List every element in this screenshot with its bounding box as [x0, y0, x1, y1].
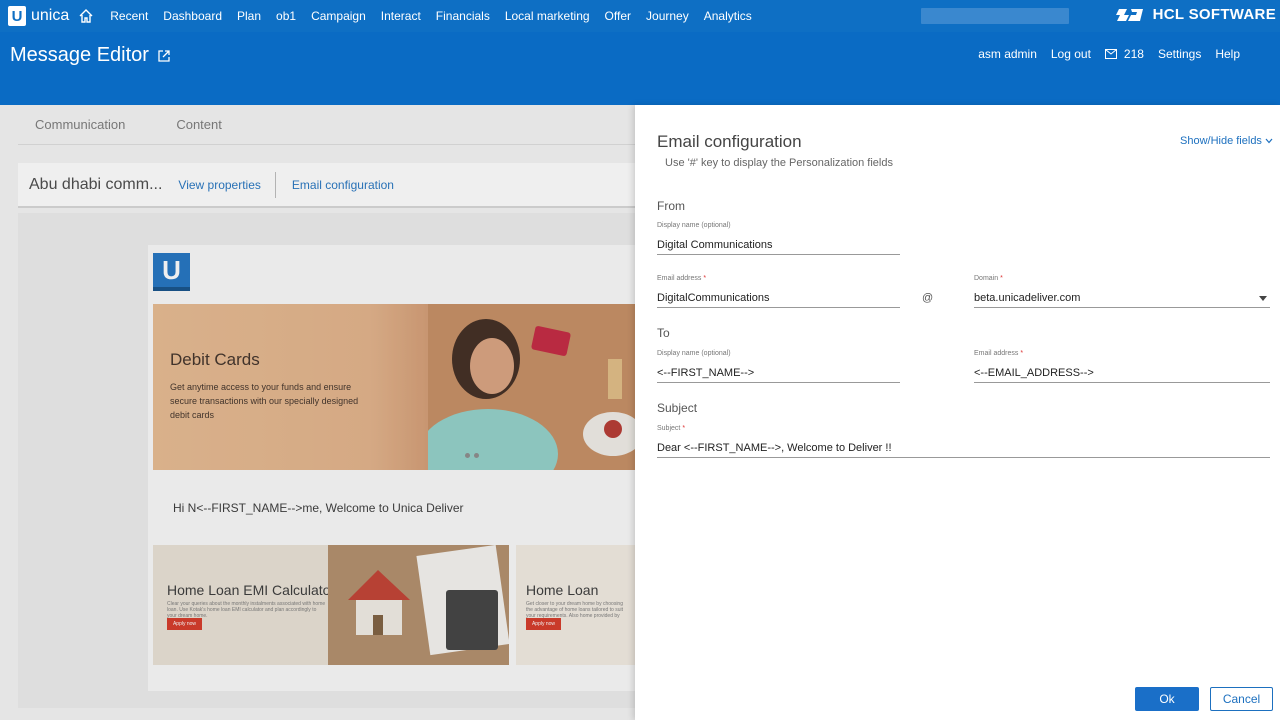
cancel-button[interactable]: Cancel [1210, 687, 1273, 711]
to-email-label-text: Email address [974, 350, 1019, 357]
hcl-logo-icon [1115, 8, 1143, 21]
home-icon[interactable] [78, 7, 96, 25]
nav-item-analytics[interactable]: Analytics [704, 9, 752, 23]
to-section-heading: To [657, 326, 670, 340]
required-marker: * [703, 275, 707, 282]
nav-item-journey[interactable]: Journey [646, 9, 689, 23]
to-email-field[interactable]: <--EMAIL_ADDRESS--> [974, 363, 1270, 383]
show-hide-label: Show/Hide fields [1180, 135, 1262, 147]
header-user-menu: asm admin Log out 218 Settings Help [964, 47, 1240, 61]
dropdown-caret-icon [1259, 296, 1267, 301]
user-name[interactable]: asm admin [978, 47, 1037, 61]
nav-item-interact[interactable]: Interact [381, 9, 421, 23]
at-sign: @ [922, 292, 934, 304]
from-email-label: Email address * [657, 275, 706, 282]
required-marker: * [682, 425, 686, 432]
overlay-backdrop[interactable] [0, 105, 635, 720]
nav-menu: Recent Dashboard Plan ob1 Campaign Inter… [110, 9, 767, 23]
nav-item-financials[interactable]: Financials [436, 9, 490, 23]
hcl-brand-text: HCL SOFTWARE [1152, 6, 1276, 23]
subject-field[interactable]: Dear <--FIRST_NAME-->, Welcome to Delive… [657, 438, 1270, 458]
subject-label-text: Subject [657, 425, 681, 432]
notifications[interactable]: 218 [1104, 47, 1144, 61]
nav-item-recent[interactable]: Recent [110, 9, 148, 23]
page-header: Message Editor asm admin Log out 218 Set… [0, 32, 1280, 105]
global-search-input[interactable] [921, 8, 1069, 24]
logout-link[interactable]: Log out [1051, 47, 1091, 61]
to-display-name-field[interactable]: <--FIRST_NAME--> [657, 363, 900, 383]
nav-item-ob1[interactable]: ob1 [276, 9, 296, 23]
top-navigation-bar: U unica Recent Dashboard Plan ob1 Campai… [0, 0, 1280, 32]
domain-label: Domain * [974, 275, 1003, 282]
page-title-text: Message Editor [10, 44, 149, 66]
personalization-hint: Use '#' key to display the Personalizati… [665, 157, 893, 169]
from-section-heading: From [657, 199, 685, 213]
panel-title: Email configuration [657, 132, 802, 151]
email-configuration-panel: Email configuration Use '#' key to displ… [635, 105, 1280, 720]
hcl-software-logo: HCL SOFTWARE [1115, 6, 1276, 23]
subject-section-heading: Subject [657, 401, 698, 415]
domain-select-value: beta.unicadeliver.com [974, 292, 1081, 304]
to-display-name-label: Display name (optional) [657, 350, 731, 357]
nav-item-offer[interactable]: Offer [605, 9, 631, 23]
show-hide-fields-toggle[interactable]: Show/Hide fields [1180, 135, 1273, 147]
nav-item-dashboard[interactable]: Dashboard [163, 9, 222, 23]
settings-link[interactable]: Settings [1158, 47, 1201, 61]
mail-icon [1104, 49, 1117, 59]
nav-item-local-marketing[interactable]: Local marketing [505, 9, 590, 23]
to-email-label: Email address * [974, 350, 1023, 357]
nav-item-plan[interactable]: Plan [237, 9, 261, 23]
nav-item-campaign[interactable]: Campaign [311, 9, 366, 23]
mail-count: 218 [1123, 47, 1144, 61]
page-title: Message Editor [10, 44, 171, 67]
domain-label-text: Domain [974, 275, 999, 282]
ok-button[interactable]: Ok [1135, 687, 1199, 711]
chevron-down-icon [1265, 138, 1273, 144]
help-link[interactable]: Help [1215, 47, 1240, 61]
from-email-field[interactable]: DigitalCommunications [657, 288, 900, 308]
required-marker: * [1020, 350, 1024, 357]
external-link-icon[interactable] [157, 49, 171, 63]
logo-text: unica [31, 7, 70, 24]
unica-logo[interactable]: U unica [8, 6, 69, 26]
unica-logo-icon: U [8, 6, 26, 26]
domain-select[interactable]: beta.unicadeliver.com [974, 288, 1270, 308]
subject-label: Subject * [657, 425, 685, 432]
from-display-name-field[interactable]: Digital Communications [657, 235, 900, 255]
from-email-label-text: Email address [657, 275, 702, 282]
required-marker: * [1000, 275, 1003, 282]
from-display-name-label: Display name (optional) [657, 222, 731, 229]
